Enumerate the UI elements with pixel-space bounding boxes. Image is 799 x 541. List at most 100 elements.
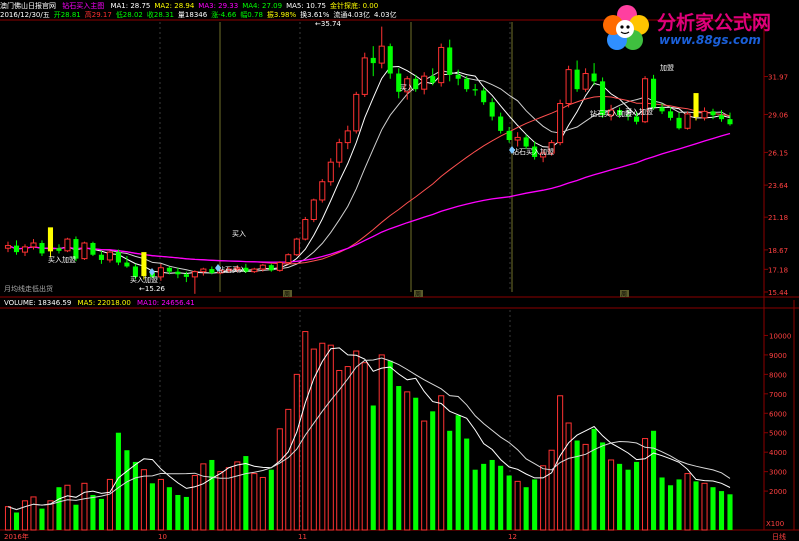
candle-body[interactable] (13, 245, 20, 253)
volume-bar[interactable] (234, 461, 241, 531)
candle-body[interactable] (693, 93, 699, 118)
candle-body[interactable] (659, 107, 665, 112)
candle-body[interactable] (124, 262, 130, 267)
volume-bar[interactable] (718, 491, 725, 530)
candle-body[interactable] (718, 115, 725, 120)
candle-body[interactable] (684, 113, 691, 129)
candle-body[interactable] (370, 57, 376, 64)
volume-bar[interactable] (523, 487, 529, 530)
candle-body[interactable] (327, 161, 334, 183)
candle-body[interactable] (141, 252, 147, 277)
candle-body[interactable] (21, 246, 29, 253)
volume-bar[interactable] (540, 465, 547, 531)
volume-bar[interactable] (336, 369, 343, 531)
volume-bar[interactable] (140, 469, 147, 531)
volume-bar[interactable] (98, 498, 104, 530)
chart-canvas[interactable]: 31.97 29.06 26.15 23.64 21.18 18.67 17.18 15.44… (0, 0, 799, 541)
candle-body[interactable] (64, 238, 71, 252)
volume-bar[interactable] (498, 465, 504, 530)
volume-bar[interactable] (259, 476, 266, 531)
volume-bar[interactable] (464, 438, 470, 530)
volume-bar[interactable] (344, 366, 351, 531)
candle-body[interactable] (651, 78, 657, 108)
volume-bar[interactable] (676, 479, 682, 530)
volume-bar[interactable] (600, 442, 606, 530)
volume-bar[interactable] (438, 395, 445, 531)
candle-body[interactable] (676, 117, 682, 129)
volume-bar[interactable] (651, 430, 657, 530)
candle-body[interactable] (276, 262, 283, 271)
volume-bar[interactable] (481, 463, 487, 530)
volume-bar[interactable] (693, 481, 699, 530)
candle-body[interactable] (4, 245, 12, 249)
candle-body[interactable] (387, 46, 393, 74)
volume-bar[interactable] (353, 350, 360, 531)
candle-body[interactable] (498, 116, 504, 131)
candle-body[interactable] (523, 137, 529, 147)
volume-bar[interactable] (319, 342, 326, 531)
volume-bar[interactable] (701, 482, 708, 531)
volume-bar[interactable] (73, 504, 79, 530)
volume-bar[interactable] (430, 411, 436, 530)
candle-body[interactable] (591, 73, 597, 82)
volume-bar[interactable] (684, 473, 691, 531)
candle-body[interactable] (81, 242, 88, 260)
candle-body[interactable] (574, 69, 580, 90)
volume-bar[interactable] (727, 494, 733, 530)
volume-bar[interactable] (634, 461, 640, 530)
candle-body[interactable] (667, 111, 674, 118)
volume-bar[interactable] (209, 459, 215, 530)
volume-bar[interactable] (472, 469, 478, 530)
volume-bar[interactable] (532, 479, 538, 530)
volume-bar[interactable] (361, 362, 368, 531)
candle-body[interactable] (30, 242, 37, 248)
volume-bar[interactable] (506, 475, 512, 530)
candle-body[interactable] (430, 76, 436, 83)
candle-body[interactable] (106, 251, 113, 261)
candle-body[interactable] (514, 136, 521, 141)
candle-body[interactable] (447, 47, 453, 75)
candle-body[interactable] (175, 271, 181, 275)
candle-body[interactable] (634, 116, 640, 122)
volume-bar[interactable] (421, 420, 428, 531)
volume-bar[interactable] (166, 487, 172, 530)
candle-body[interactable] (268, 265, 274, 271)
candle-body[interactable] (701, 110, 708, 119)
volume-bar[interactable] (149, 483, 155, 530)
volume-bar[interactable] (64, 484, 71, 531)
volume-bar[interactable] (285, 408, 292, 531)
volume-bar[interactable] (608, 459, 615, 531)
volume-bar[interactable] (574, 440, 580, 530)
candle-body[interactable] (557, 103, 564, 144)
candle-body[interactable] (336, 142, 343, 163)
volume-bar[interactable] (625, 469, 631, 530)
volume-bar[interactable] (39, 508, 45, 530)
volume-bar[interactable] (514, 480, 521, 531)
candle-body[interactable] (464, 78, 470, 90)
candle-body[interactable] (319, 181, 326, 201)
volume-bar[interactable] (327, 344, 334, 531)
volume-bar[interactable] (47, 500, 54, 531)
candle-body[interactable] (472, 89, 478, 91)
candle-body[interactable] (421, 75, 428, 90)
candle-body[interactable] (251, 268, 258, 273)
volume-bar[interactable] (225, 467, 232, 531)
candle-body[interactable] (481, 90, 487, 103)
volume-bar[interactable] (548, 449, 555, 531)
volume-bar[interactable] (310, 348, 317, 531)
volume-bar[interactable] (217, 471, 224, 531)
volume-bar[interactable] (396, 386, 402, 530)
candle-body[interactable] (344, 130, 351, 144)
candle-body[interactable] (455, 74, 461, 79)
volume-bar[interactable] (4, 506, 12, 531)
volume-bar[interactable] (183, 496, 189, 530)
volume-bar[interactable] (175, 494, 181, 530)
candle-body[interactable] (582, 73, 589, 90)
candle-body[interactable] (209, 269, 215, 273)
candle-body[interactable] (200, 268, 207, 273)
volume-bar[interactable] (13, 512, 20, 530)
volume-bar[interactable] (243, 456, 249, 530)
volume-bar[interactable] (667, 485, 674, 530)
volume-bar[interactable] (251, 473, 258, 531)
volume-bar[interactable] (378, 354, 385, 531)
